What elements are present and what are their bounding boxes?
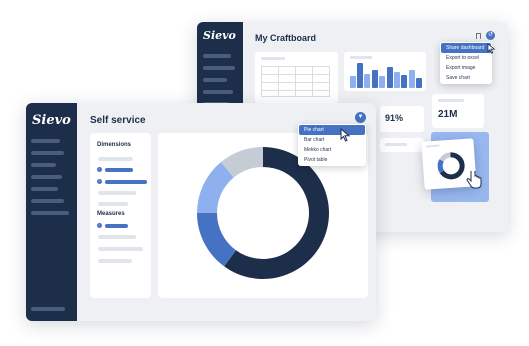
sidebar-item[interactable] [31, 163, 56, 167]
sidebar-item[interactable] [31, 211, 69, 215]
bar [386, 67, 393, 88]
bar [416, 77, 423, 88]
self-service-sidebar: Sievo [26, 103, 77, 321]
self-service-logo: Sievo [32, 113, 71, 128]
bar [408, 69, 415, 88]
bar [371, 69, 378, 88]
stage: Sievo My Craftboard ↺ 91% 21M Share dash… [0, 0, 529, 346]
measure-item[interactable] [98, 235, 136, 239]
page-title: My Craftboard [255, 33, 317, 43]
check-icon[interactable]: ✓ [97, 223, 102, 228]
bar-chart-tile[interactable] [344, 52, 426, 91]
arrow-cursor-icon [487, 43, 496, 54]
check-icon[interactable]: ✓ [97, 167, 102, 172]
dimension-item-selected[interactable] [105, 167, 133, 172]
sidebar-item[interactable] [203, 78, 227, 82]
sidebar-item-bottom[interactable] [31, 307, 65, 311]
sidebar-item[interactable] [31, 175, 62, 179]
kpi-percent: 91% [385, 113, 404, 123]
craftboard-logo: Sievo [203, 29, 236, 42]
bar [349, 76, 356, 88]
measure-item[interactable] [98, 259, 132, 263]
dimensions-label: Dimensions [97, 142, 132, 148]
dimension-item[interactable] [98, 157, 133, 161]
hand-cursor-icon [466, 171, 482, 189]
sidebar-item[interactable] [31, 139, 60, 143]
dimension-item[interactable] [98, 202, 128, 206]
kpi-tile-percent[interactable]: 91% [380, 106, 424, 132]
sidebar-item[interactable] [203, 90, 233, 94]
sidebar-item[interactable] [31, 151, 64, 155]
share-menu: Share dashboard Export to excel Export ima… [440, 42, 492, 84]
bar [393, 72, 400, 88]
measure-item-selected[interactable] [105, 223, 128, 228]
bar [364, 73, 371, 88]
menu-item[interactable]: Pivot table [299, 155, 365, 165]
dimension-item[interactable] [98, 191, 136, 195]
chevron-down-icon[interactable]: ▼ [355, 112, 366, 123]
page-title: Self service [90, 115, 146, 126]
sidebar-item[interactable] [31, 199, 64, 203]
table-tile[interactable] [255, 52, 338, 103]
bar-chart [349, 62, 423, 88]
dimension-item-selected[interactable] [105, 179, 147, 184]
menu-item[interactable]: Mekko chart [299, 145, 365, 155]
sidebar-item[interactable] [31, 187, 58, 191]
menu-item[interactable]: Export image [441, 63, 491, 73]
sidebar-item[interactable] [203, 66, 235, 70]
menu-item[interactable]: Save chart [441, 73, 491, 83]
measure-item[interactable] [98, 247, 143, 251]
menu-item[interactable]: Share dashboard [441, 43, 491, 53]
sidebar-item[interactable] [203, 54, 231, 58]
menu-item[interactable]: Export to excel [441, 53, 491, 63]
fields-panel: Dimensions ✓ ✓ Measures ✓ [90, 133, 151, 298]
measures-label: Measures [97, 211, 125, 217]
menu-item[interactable]: Pie chart [299, 125, 365, 135]
self-service-window: Sievo Self service Dimensions ✓ ✓ Measur… [26, 103, 376, 321]
menu-item[interactable]: Bar chart [299, 135, 365, 145]
share-icon[interactable]: ↺ [486, 31, 495, 40]
bookmark-icon[interactable] [476, 33, 481, 39]
bar [379, 76, 386, 88]
arrow-cursor-icon [340, 128, 351, 142]
kpi-tile-amount[interactable]: 21M [432, 94, 484, 128]
check-icon[interactable]: ✓ [97, 179, 102, 184]
kpi-tile-placeholder [380, 138, 424, 152]
bar [356, 63, 363, 88]
kpi-amount: 21M [438, 109, 458, 120]
chart-type-menu: Pie chart Bar chart Mekko chart Pivot table [298, 124, 366, 166]
bar [401, 75, 408, 88]
